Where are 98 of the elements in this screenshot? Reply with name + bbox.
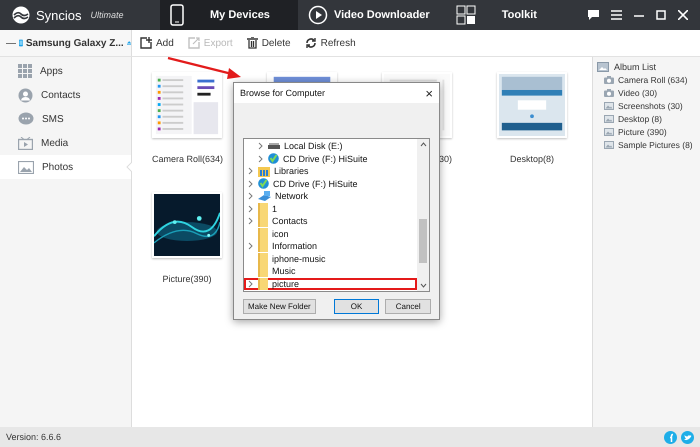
chevron-icon[interactable] [248, 167, 254, 176]
album-list-item[interactable]: Screenshots (30) [597, 99, 689, 112]
close-icon[interactable] [678, 10, 688, 20]
photo-icon [18, 160, 34, 174]
chevron-icon[interactable] [258, 154, 264, 163]
disc-icon [268, 153, 279, 164]
tree-item[interactable]: CD Drive (F:) HiSuite [244, 152, 417, 165]
tree-item[interactable]: Contacts [244, 215, 417, 228]
nav-tab[interactable]: Video Downloader [298, 0, 446, 30]
phone-icon [170, 4, 184, 26]
device-name[interactable]: Samsung Galaxy Z... [26, 38, 124, 48]
menu-icon[interactable] [611, 10, 622, 20]
scrollbar-thumb[interactable] [419, 219, 427, 263]
album-thumbnail[interactable] [497, 72, 567, 138]
grid-icon [18, 64, 32, 78]
library-icon [258, 166, 270, 177]
logo-icon [12, 6, 30, 24]
tree-item[interactable]: iphone-music [244, 252, 417, 265]
scroll-up-icon[interactable] [420, 142, 426, 147]
album-list-item[interactable]: Video (30) [597, 86, 664, 99]
toolbar-button[interactable]: Delete [244, 35, 293, 51]
folder-icon [258, 265, 268, 278]
chevron-icon[interactable] [248, 192, 254, 200]
facebook-icon[interactable] [664, 430, 677, 444]
folder-icon [258, 202, 268, 215]
tree-item[interactable]: Information [244, 240, 417, 252]
media-icon [18, 136, 33, 150]
tree-item[interactable]: Network [244, 190, 417, 202]
toolbar-button[interactable]: Refresh [302, 35, 358, 51]
photo-icon [597, 62, 609, 72]
sidebar-item[interactable]: SMS [0, 107, 131, 131]
tree-item[interactable]: Local Disk (E:) [244, 140, 417, 152]
bird-icon[interactable] [681, 430, 694, 444]
toolbar-button[interactable]: Add [138, 35, 176, 51]
person-icon [18, 88, 33, 102]
chat-icon [18, 112, 34, 126]
nav-tab[interactable]: Toolkit [446, 0, 565, 30]
dialog-button[interactable]: Make New Folder [243, 299, 316, 314]
camera-icon [604, 88, 614, 96]
maximize-icon[interactable] [656, 10, 666, 20]
folder-icon [258, 278, 268, 290]
nav-tab[interactable]: My Devices [160, 0, 298, 30]
app-edition: Ultimate [90, 10, 124, 20]
sidebar-item[interactable]: Photos [0, 155, 131, 179]
scroll-down-icon[interactable] [420, 283, 426, 288]
dialog-button[interactable]: Cancel [385, 299, 431, 314]
album-label: Desktop(8) [508, 154, 555, 166]
tiles-icon [456, 5, 476, 25]
collapse-dash[interactable]: — [6, 38, 16, 48]
eject-icon[interactable] [126, 39, 131, 47]
album-thumbnail[interactable] [152, 192, 222, 258]
album-list-title: Album List [614, 62, 656, 72]
tree-item[interactable]: 1 [244, 202, 417, 215]
network-icon [258, 190, 271, 202]
chevron-icon[interactable] [248, 280, 254, 288]
camera-icon [604, 76, 614, 84]
sidebar-item[interactable]: Contacts [0, 83, 131, 107]
folder-icon [258, 252, 268, 265]
tree-item[interactable]: CD Drive (F:) HiSuite [244, 178, 417, 190]
play-icon [308, 5, 328, 25]
refresh-icon [304, 37, 317, 49]
image-icon [604, 140, 614, 148]
image-icon [604, 102, 614, 110]
tree-item[interactable]: Music [244, 265, 417, 278]
chat-icon[interactable] [588, 10, 599, 20]
tree-item[interactable]: picture [244, 278, 417, 290]
chevron-icon[interactable] [248, 180, 254, 188]
app-name: Syncios [36, 8, 82, 22]
image-icon [604, 114, 614, 122]
version-label: Version: 6.6.6 [6, 432, 62, 442]
album-thumbnail[interactable] [152, 72, 222, 138]
folder-icon [258, 240, 268, 252]
chevron-icon[interactable] [258, 142, 264, 150]
album-label: Camera Roll(634) [152, 154, 222, 166]
album-list-item[interactable]: Camera Roll (634) [597, 73, 694, 86]
tree-item[interactable]: icon [244, 228, 417, 240]
disc-icon [258, 178, 269, 190]
image-icon [604, 128, 614, 136]
chevron-icon[interactable] [248, 242, 254, 250]
album-label: 30) [438, 154, 452, 166]
trash-icon [246, 37, 258, 49]
sidebar-item[interactable]: Media [0, 131, 131, 155]
dialog-title: Browse for Computer [240, 88, 326, 98]
chevron-icon[interactable] [248, 204, 254, 213]
album-list-item[interactable]: Picture (390) [597, 125, 673, 138]
add-icon [140, 37, 152, 49]
dialog-button[interactable]: OK [334, 299, 380, 314]
folder-icon [258, 228, 268, 240]
album-label: Picture(390) [161, 274, 213, 286]
album-list-item[interactable]: Desktop (8) [597, 112, 668, 125]
folder-icon [258, 215, 268, 228]
chevron-icon[interactable] [248, 217, 254, 226]
album-list-item[interactable]: Sample Pictures (8) [597, 138, 699, 151]
export-icon [188, 37, 200, 49]
close-button[interactable]: × [425, 86, 433, 100]
sidebar-item[interactable]: Apps [0, 59, 131, 83]
drive-icon [268, 142, 280, 150]
tree-item[interactable]: Libraries [244, 165, 417, 178]
